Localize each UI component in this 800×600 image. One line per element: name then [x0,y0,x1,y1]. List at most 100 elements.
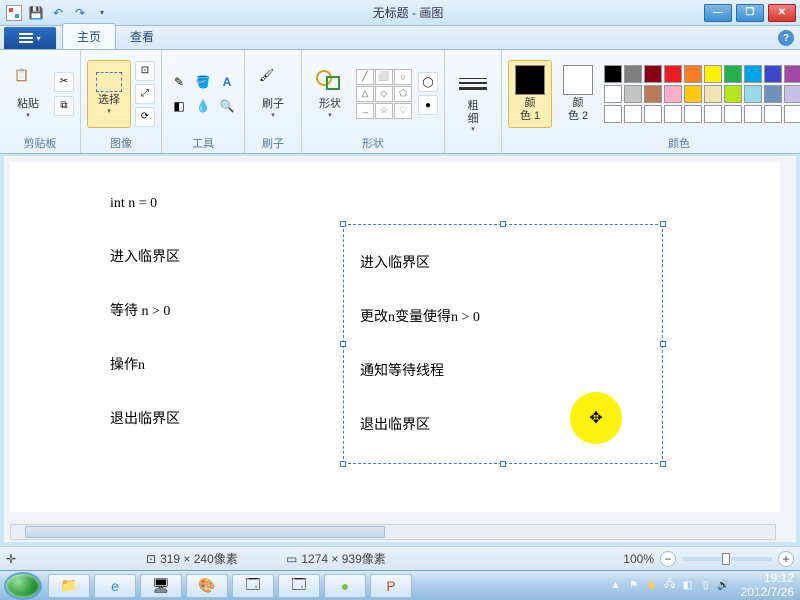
move-cursor-icon: ✥ [589,408,602,428]
task-ppt[interactable]: P [370,574,412,598]
zoom-in-button[interactable]: + [778,551,794,567]
taskbar-clock[interactable]: 19:12 2012/7/26 [741,572,794,598]
task-explorer[interactable]: 📁 [48,574,90,598]
color-swatch[interactable] [704,105,722,123]
status-bar: ✛ ⊡319 × 240像素 ▭1274 × 939像素 100% − + [0,546,800,570]
tray-up-icon[interactable]: ▲ [609,579,623,593]
rotate-button[interactable]: ⟳ [135,107,155,127]
color-swatch[interactable] [644,85,662,103]
group-brushes: 🖌 刷子 刷子 [245,50,302,153]
tray-network-icon[interactable]: 🖧 [663,579,677,593]
crop-button[interactable]: ⊡ [135,61,155,81]
color-swatch[interactable] [784,65,800,83]
color-swatch[interactable] [704,85,722,103]
minimize-button[interactable]: — [704,4,732,22]
color-swatch[interactable] [784,85,800,103]
paste-button[interactable]: 📋 粘贴 [6,60,50,128]
eraser-tool[interactable]: ◧ [168,95,190,117]
shape-outline-button[interactable]: ◯ [418,72,438,92]
color-swatch[interactable] [664,85,682,103]
canvas-text: 等待 n > 0 [110,300,180,320]
color-swatch[interactable] [604,65,622,83]
color-swatch[interactable] [684,85,702,103]
color2-button[interactable]: 颜 色 2 [556,60,600,128]
brush-button[interactable]: 🖌 刷子 [251,60,295,128]
color-swatch[interactable] [664,65,682,83]
color-swatch[interactable] [624,65,642,83]
zoom-level: 100% [623,552,654,566]
horizontal-scrollbar[interactable] [10,524,776,540]
task-paint[interactable]: 🎨 [186,574,228,598]
color-swatch[interactable] [744,85,762,103]
text-tool[interactable]: A [216,71,238,93]
select-button[interactable]: 选择 [87,60,131,128]
color-swatch[interactable] [764,65,782,83]
task-app3[interactable]: ● [324,574,366,598]
color-swatch[interactable] [784,105,800,123]
magnifier-tool[interactable]: 🔍 [216,95,238,117]
cut-button[interactable]: ✂ [54,72,74,92]
color-palette[interactable] [604,65,800,123]
pencil-tool[interactable]: ✎ [168,71,190,93]
close-button[interactable]: ✕ [768,4,796,22]
tray-battery-icon[interactable]: ▯ [699,579,713,593]
shape-fill-button[interactable]: ● [418,95,438,115]
app-icon[interactable] [4,3,24,23]
color-swatch[interactable] [684,105,702,123]
task-ie[interactable]: e [94,574,136,598]
canvas[interactable]: int n = 0进入临界区等待 n > 0操作n退出临界区 进入临界区更改n变… [10,162,780,512]
undo-icon[interactable]: ↶ [48,3,68,23]
tray-app-icon[interactable]: ◧ [681,579,695,593]
tab-home[interactable]: 主页 [62,23,116,49]
color-swatch[interactable] [724,85,742,103]
color-swatch[interactable] [624,105,642,123]
color1-button[interactable]: 颜 色 1 [508,60,552,128]
qat-customize-icon[interactable]: ▾ [92,3,112,23]
color-swatch[interactable] [644,65,662,83]
redo-icon[interactable]: ↷ [70,3,90,23]
eyedropper-tool[interactable]: 💧 [192,95,214,117]
color-swatch[interactable] [764,85,782,103]
zoom-out-button[interactable]: − [660,551,676,567]
color-swatch[interactable] [684,65,702,83]
canvas-text-left: int n = 0进入临界区等待 n > 0操作n退出临界区 [110,196,180,462]
tray-shield-icon[interactable]: ◉ [645,579,659,593]
shapes-gallery[interactable]: ╱⬜○ △◇⬠ →☆♡ [356,69,412,119]
task-app2[interactable]: 🗔 [278,574,320,598]
start-button[interactable] [4,572,42,600]
color-swatch[interactable] [724,105,742,123]
color-swatch[interactable] [764,105,782,123]
color-swatch[interactable] [744,65,762,83]
tray-flag-icon[interactable]: ⚑ [627,579,641,593]
color-swatch[interactable] [604,85,622,103]
stroke-width-button[interactable]: 粗 细 [451,68,495,136]
help-icon[interactable]: ? [778,30,794,46]
selection-dim-icon: ⊡ [146,552,156,566]
zoom-slider[interactable] [682,557,772,561]
color-swatch[interactable] [704,65,722,83]
tab-view[interactable]: 查看 [116,24,168,49]
color-swatch[interactable] [624,85,642,103]
color-swatch[interactable] [724,65,742,83]
save-icon[interactable]: 💾 [26,3,46,23]
copy-button[interactable]: ⧉ [54,96,74,116]
fill-tool[interactable]: 🪣 [192,71,214,93]
canvas-text: 操作n [110,354,180,374]
task-app1[interactable]: 🗔 [232,574,274,598]
group-clipboard: 📋 粘贴 ✂ ⧉ 剪贴板 [0,50,81,153]
color-swatch[interactable] [744,105,762,123]
ribbon-tabs: 主页 查看 ? [0,26,800,50]
canvas-viewport: int n = 0进入临界区等待 n > 0操作n退出临界区 进入临界区更改n变… [4,156,796,542]
task-vm[interactable]: 🖥 [140,574,182,598]
color-swatch[interactable] [644,105,662,123]
shapes-button[interactable]: 形状 [308,60,352,128]
selection-size: ⊡319 × 240像素 [146,550,266,567]
color-swatch[interactable] [664,105,682,123]
file-menu-button[interactable] [4,27,56,49]
tray-volume-icon[interactable]: 🔊 [717,579,731,593]
resize-button[interactable]: ⤢ [135,84,155,104]
brush-icon: 🖌 [259,68,287,96]
color-swatch[interactable] [604,105,622,123]
cursor-position: ✛ [6,552,126,566]
maximize-button[interactable]: ❐ [736,4,764,22]
